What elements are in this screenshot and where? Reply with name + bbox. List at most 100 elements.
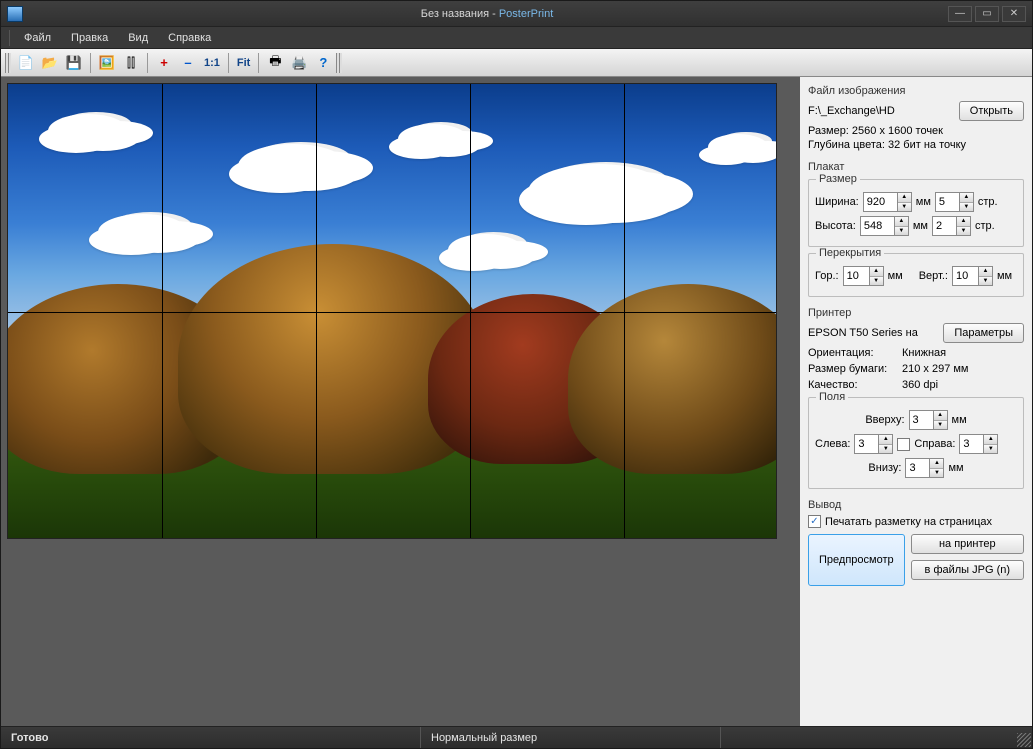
vert-overlap-spinner[interactable]: ▲▼: [952, 266, 993, 286]
cloud-icon: [708, 134, 768, 160]
image-icon[interactable]: 🖼️: [96, 52, 118, 74]
menu-help[interactable]: Справка: [158, 29, 221, 47]
spin-up-icon[interactable]: ▲: [895, 217, 908, 227]
cloud-icon: [528, 164, 668, 220]
cloud-icon: [398, 124, 468, 154]
status-size-mode: Нормальный размер: [421, 727, 721, 748]
bottom-margin-spinner[interactable]: ▲▼: [905, 458, 944, 478]
spin-up-icon[interactable]: ▲: [934, 411, 947, 421]
top-margin-spinner[interactable]: ▲▼: [909, 410, 948, 430]
zoom-fit-button[interactable]: Fit: [234, 56, 253, 70]
menu-view[interactable]: Вид: [118, 29, 158, 47]
poster-section: Плакат Размер Ширина: ▲▼ мм ▲▼ стр. Высо…: [808, 161, 1024, 297]
spin-down-icon[interactable]: ▼: [898, 203, 911, 212]
file-path: F:\_Exchange\HD: [808, 105, 895, 117]
menubar: Файл Правка Вид Справка: [1, 27, 1032, 49]
horiz-overlap-spinner[interactable]: ▲▼: [843, 266, 884, 286]
minimize-button[interactable]: —: [948, 6, 972, 22]
vert-overlap-label: Верт.:: [919, 270, 948, 282]
width-label: Ширина:: [815, 196, 859, 208]
margins-group: Поля Вверху: ▲▼ мм Слева: ▲▼ Справа: ▲▼: [808, 397, 1024, 489]
window-title: Без названия - PosterPrint: [29, 8, 945, 20]
side-panel: Файл изображения F:\_Exchange\HD Открыть…: [800, 77, 1032, 726]
print-preview-icon[interactable]: 🖶: [264, 52, 286, 74]
spin-down-icon[interactable]: ▼: [957, 227, 970, 236]
spin-up-icon[interactable]: ▲: [984, 435, 997, 445]
orientation-value: Книжная: [902, 347, 946, 359]
printer-name: EPSON T50 Series на: [808, 327, 918, 339]
spin-down-icon[interactable]: ▼: [930, 469, 943, 478]
bottom-margin-input[interactable]: [905, 458, 929, 478]
overlap-group: Перекрытия Гор.: ▲▼ мм Верт.: ▲▼ мм: [808, 253, 1024, 297]
orientation-label: Ориентация:: [808, 347, 898, 359]
titlebar: Без названия - PosterPrint — ▭ ✕: [1, 1, 1032, 27]
poster-section-header: Плакат: [808, 161, 1024, 173]
spin-up-icon[interactable]: ▲: [870, 267, 883, 277]
bottom-margin-label: Внизу:: [868, 462, 901, 474]
horiz-overlap-input[interactable]: [843, 266, 869, 286]
printer-section-header: Принтер: [808, 307, 1024, 319]
height-input[interactable]: [860, 216, 894, 236]
open-file-button[interactable]: Открыть: [959, 101, 1024, 121]
width-spinner[interactable]: ▲▼: [863, 192, 912, 212]
spin-up-icon[interactable]: ▲: [930, 459, 943, 469]
vpages-spinner[interactable]: ▲▼: [932, 216, 971, 236]
link-margins-checkbox[interactable]: [897, 438, 910, 451]
layout-icon[interactable]: ⫿⫿: [120, 52, 142, 74]
preview-button[interactable]: Предпросмотр: [808, 534, 905, 586]
spin-down-icon[interactable]: ▼: [960, 203, 973, 212]
spin-down-icon[interactable]: ▼: [979, 277, 992, 286]
top-margin-input[interactable]: [909, 410, 933, 430]
close-button[interactable]: ✕: [1002, 6, 1026, 22]
printer-params-button[interactable]: Параметры: [943, 323, 1024, 343]
spin-down-icon[interactable]: ▼: [879, 445, 892, 454]
vert-overlap-input[interactable]: [952, 266, 978, 286]
app-icon: [7, 6, 23, 22]
right-margin-spinner[interactable]: ▲▼: [959, 434, 998, 454]
poster-size-group: Размер Ширина: ▲▼ мм ▲▼ стр. Высота: ▲▼ …: [808, 179, 1024, 247]
right-margin-input[interactable]: [959, 434, 983, 454]
to-jpg-button[interactable]: в файлы JPG (n): [911, 560, 1024, 580]
print-icon[interactable]: 🖨️: [288, 52, 310, 74]
file-section: Файл изображения F:\_Exchange\HD Открыть…: [808, 85, 1024, 151]
spin-up-icon[interactable]: ▲: [960, 193, 973, 203]
zoom-1-1-button[interactable]: 1:1: [201, 56, 223, 70]
spin-down-icon[interactable]: ▼: [870, 277, 883, 286]
menu-edit[interactable]: Правка: [61, 29, 118, 47]
new-icon[interactable]: 📄: [15, 52, 37, 74]
content-area: Файл изображения F:\_Exchange\HD Открыть…: [1, 77, 1032, 726]
maximize-button[interactable]: ▭: [975, 6, 999, 22]
spin-up-icon[interactable]: ▲: [979, 267, 992, 277]
canvas-area: [1, 77, 800, 726]
zoom-out-icon[interactable]: –: [177, 52, 199, 74]
spin-up-icon[interactable]: ▲: [957, 217, 970, 227]
hpages-input[interactable]: [935, 192, 959, 212]
spin-down-icon[interactable]: ▼: [895, 227, 908, 236]
status-ready: Готово: [1, 727, 421, 748]
spin-down-icon[interactable]: ▼: [984, 445, 997, 454]
to-printer-button[interactable]: на принтер: [911, 534, 1024, 554]
top-margin-label: Вверху:: [865, 414, 904, 426]
color-depth: Глубина цвета: 32 бит на точку: [808, 139, 1024, 151]
zoom-in-icon[interactable]: +: [153, 52, 175, 74]
hpages-spinner[interactable]: ▲▼: [935, 192, 974, 212]
cloud-icon: [238, 144, 348, 188]
left-margin-input[interactable]: [854, 434, 878, 454]
help-icon[interactable]: ?: [312, 52, 334, 74]
spin-up-icon[interactable]: ▲: [879, 435, 892, 445]
resize-handle-icon[interactable]: [1017, 733, 1031, 747]
vpages-input[interactable]: [932, 216, 956, 236]
open-icon[interactable]: 📂: [39, 52, 61, 74]
toolbar-grip-end[interactable]: [336, 53, 342, 73]
spin-up-icon[interactable]: ▲: [898, 193, 911, 203]
height-spinner[interactable]: ▲▼: [860, 216, 909, 236]
spin-down-icon[interactable]: ▼: [934, 421, 947, 430]
left-margin-spinner[interactable]: ▲▼: [854, 434, 893, 454]
toolbar-grip[interactable]: [5, 53, 11, 73]
cloud-icon: [48, 114, 128, 148]
save-icon[interactable]: 💾: [63, 52, 85, 74]
menu-file[interactable]: Файл: [14, 29, 61, 47]
poster-preview[interactable]: [7, 83, 777, 539]
width-input[interactable]: [863, 192, 897, 212]
print-layout-checkbox[interactable]: ✓: [808, 515, 821, 528]
